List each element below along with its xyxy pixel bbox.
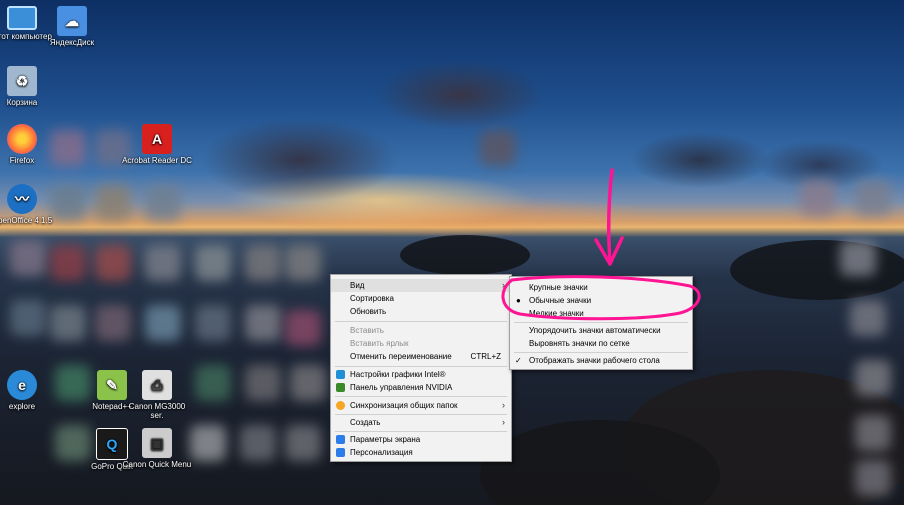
annotation-overlay <box>501 168 701 321</box>
annotation-circle-icon <box>501 275 701 321</box>
annotation-arrow-icon <box>606 168 614 264</box>
